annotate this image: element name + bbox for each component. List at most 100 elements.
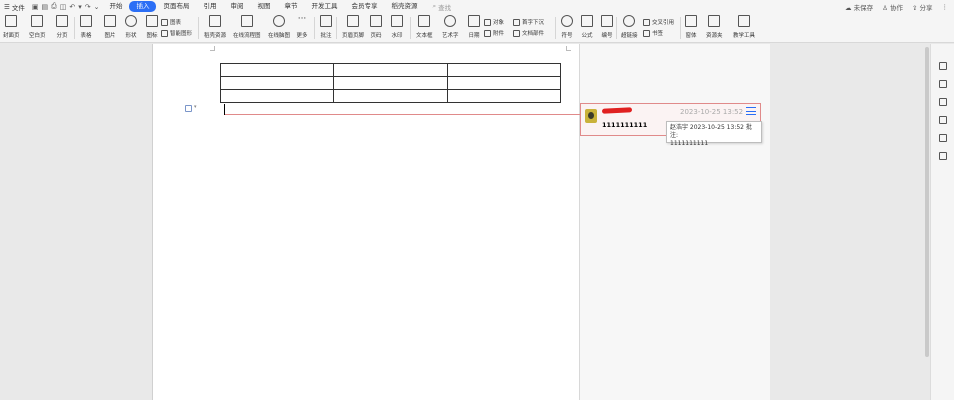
header-footer-button[interactable]: 页眉页脚 [342,15,364,39]
table-cell[interactable] [446,89,562,103]
bookmark-label: 书签 [652,31,664,37]
tab-page-layout[interactable]: 页面布局 [156,1,196,12]
collab-button[interactable]: ♙ 协作 [882,2,903,12]
unsaved-button[interactable]: ☁ 未保存 [845,2,873,12]
share-button[interactable]: ⇪ 分享 [912,2,933,12]
document-table[interactable] [219,63,562,103]
hyperlink-button[interactable]: 超链接 [621,15,638,39]
print-icon[interactable]: ⎙ [51,2,57,11]
watermark-button[interactable]: 水印 [391,15,403,39]
tab-insert[interactable]: 插入 [129,1,157,12]
tooltip-line1: 赵浩宇 2023-10-25 13:52 批注: [670,124,752,139]
undo-dropdown-icon[interactable]: ▾ [78,3,82,11]
smart-art-button[interactable]: 智能图形 [161,29,192,37]
document-canvas[interactable]: ▾ 2023-10-25 13:52 1111111111 赵浩宇 2023-1… [0,44,930,400]
more-icon: ··· [297,14,307,24]
watermark-icon [391,15,403,27]
table-cell[interactable] [333,63,448,77]
table-cell[interactable] [219,76,335,90]
table-cell[interactable] [446,76,562,90]
tab-docer[interactable]: 稻壳资源 [384,1,424,12]
tab-developer[interactable]: 开发工具 [304,1,344,12]
object-button[interactable]: 对象 [484,18,504,26]
wordart-button[interactable]: 艺术字 [442,15,459,39]
dropcap-label: 首字下沉 [522,20,545,26]
image-settings-icon[interactable] [939,116,947,124]
form-button[interactable]: 窗体 [685,15,697,39]
shape-button[interactable]: 形状 [125,15,137,39]
dropcap-button[interactable]: 首字下沉 [513,18,544,26]
select-cursor-icon[interactable] [939,80,947,88]
redo-icon[interactable]: ↷ [85,3,91,11]
online-flowchart-button[interactable]: 在线流程图 [233,15,261,39]
table-cell[interactable] [219,63,335,77]
print-preview-icon[interactable]: ◫ [60,3,67,11]
icon-button[interactable]: 图标 [146,15,158,39]
table-button[interactable]: 表格 [80,15,92,39]
more-icon[interactable]: ⋮ [942,3,949,11]
tab-member[interactable]: 会员专享 [344,1,384,12]
cross-ref-button[interactable]: 交叉引用 [643,18,674,26]
reading-mode-icon[interactable] [939,152,947,160]
date-button[interactable]: 日期 [468,15,480,39]
textbox-label: 文本框 [416,33,433,39]
teaching-tools-button[interactable]: 教学工具 [733,15,755,39]
tab-section[interactable]: 章节 [277,1,304,12]
symbol-button[interactable]: 符号 [561,15,573,39]
edit-pen-icon[interactable] [939,62,947,70]
chart-button[interactable]: 图表 [161,18,181,26]
customize-dropdown-icon[interactable]: ⌄ [94,3,100,11]
save-icon[interactable]: ▣ [32,3,39,11]
object-icon [484,18,491,26]
tab-home[interactable]: 开始 [102,1,129,12]
numbering-icon [601,15,613,27]
comment-button[interactable]: 批注 [320,15,332,39]
cross-ref-label: 交叉引用 [652,20,675,26]
table-cell[interactable] [333,76,448,90]
smart-art-icon [161,29,168,37]
blank-page-label: 空白页 [29,33,46,39]
page-number-label: 页码 [370,33,382,39]
page-number-button[interactable]: 页码 [370,15,382,39]
comment-text[interactable]: 1111111111 [602,121,647,129]
cover-page-button[interactable]: 封面页 [3,15,20,39]
paragraph-handle-icon[interactable] [185,105,192,112]
mindmap-icon [273,15,285,27]
picture-icon [104,15,116,27]
file-menu[interactable]: ☰ 文件 [0,0,29,13]
export-pdf-icon[interactable]: ▤ [41,3,48,11]
ribbon: 封面页 空白页 分页 表格 图片 形状 图标 图表 智能图形 稻壳资源 在线流程… [0,13,954,43]
chevron-down-icon[interactable]: ▾ [194,104,197,110]
search-box[interactable]: ⌕ 查找 [432,2,451,12]
table-cell[interactable] [446,63,562,77]
more-button[interactable]: ··· 更多 [296,14,308,40]
attachment-button[interactable]: 附件 [484,29,504,37]
picture-button[interactable]: 图片 [104,15,116,39]
tab-review[interactable]: 审阅 [223,1,250,12]
bookmark-icon [643,29,650,37]
blank-page-button[interactable]: 空白页 [29,15,46,39]
icon-label: 图标 [146,33,158,39]
table-label: 表格 [80,33,92,39]
comment-menu-icon[interactable] [746,107,756,115]
table-cell[interactable] [333,89,448,103]
hyperlink-icon [623,15,636,27]
unsaved-label: 未保存 [853,3,874,12]
vertical-scrollbar[interactable] [925,47,929,357]
docer-material-button[interactable]: 稻壳资源 [204,15,226,39]
page-break-button[interactable]: 分页 [56,15,68,39]
tab-references[interactable]: 引用 [196,1,223,12]
tab-view[interactable]: 视图 [250,1,277,12]
teaching-tools-icon [738,15,750,27]
undo-icon[interactable]: ↶ [69,3,75,11]
resource-folder-button[interactable]: 资源夹 [706,15,723,39]
table-cell[interactable] [219,89,335,103]
online-mindmap-button[interactable]: 在线脑图 [268,15,290,39]
doc-parts-button[interactable]: 文档部件 [513,29,544,37]
bookmark-button[interactable]: 书签 [643,29,663,37]
textbox-button[interactable]: 文本框 [416,15,433,39]
location-icon[interactable] [939,134,947,142]
numbering-button[interactable]: 编号 [601,15,613,39]
formula-button[interactable]: 公式 [581,15,593,39]
adjust-icon[interactable] [939,98,947,106]
